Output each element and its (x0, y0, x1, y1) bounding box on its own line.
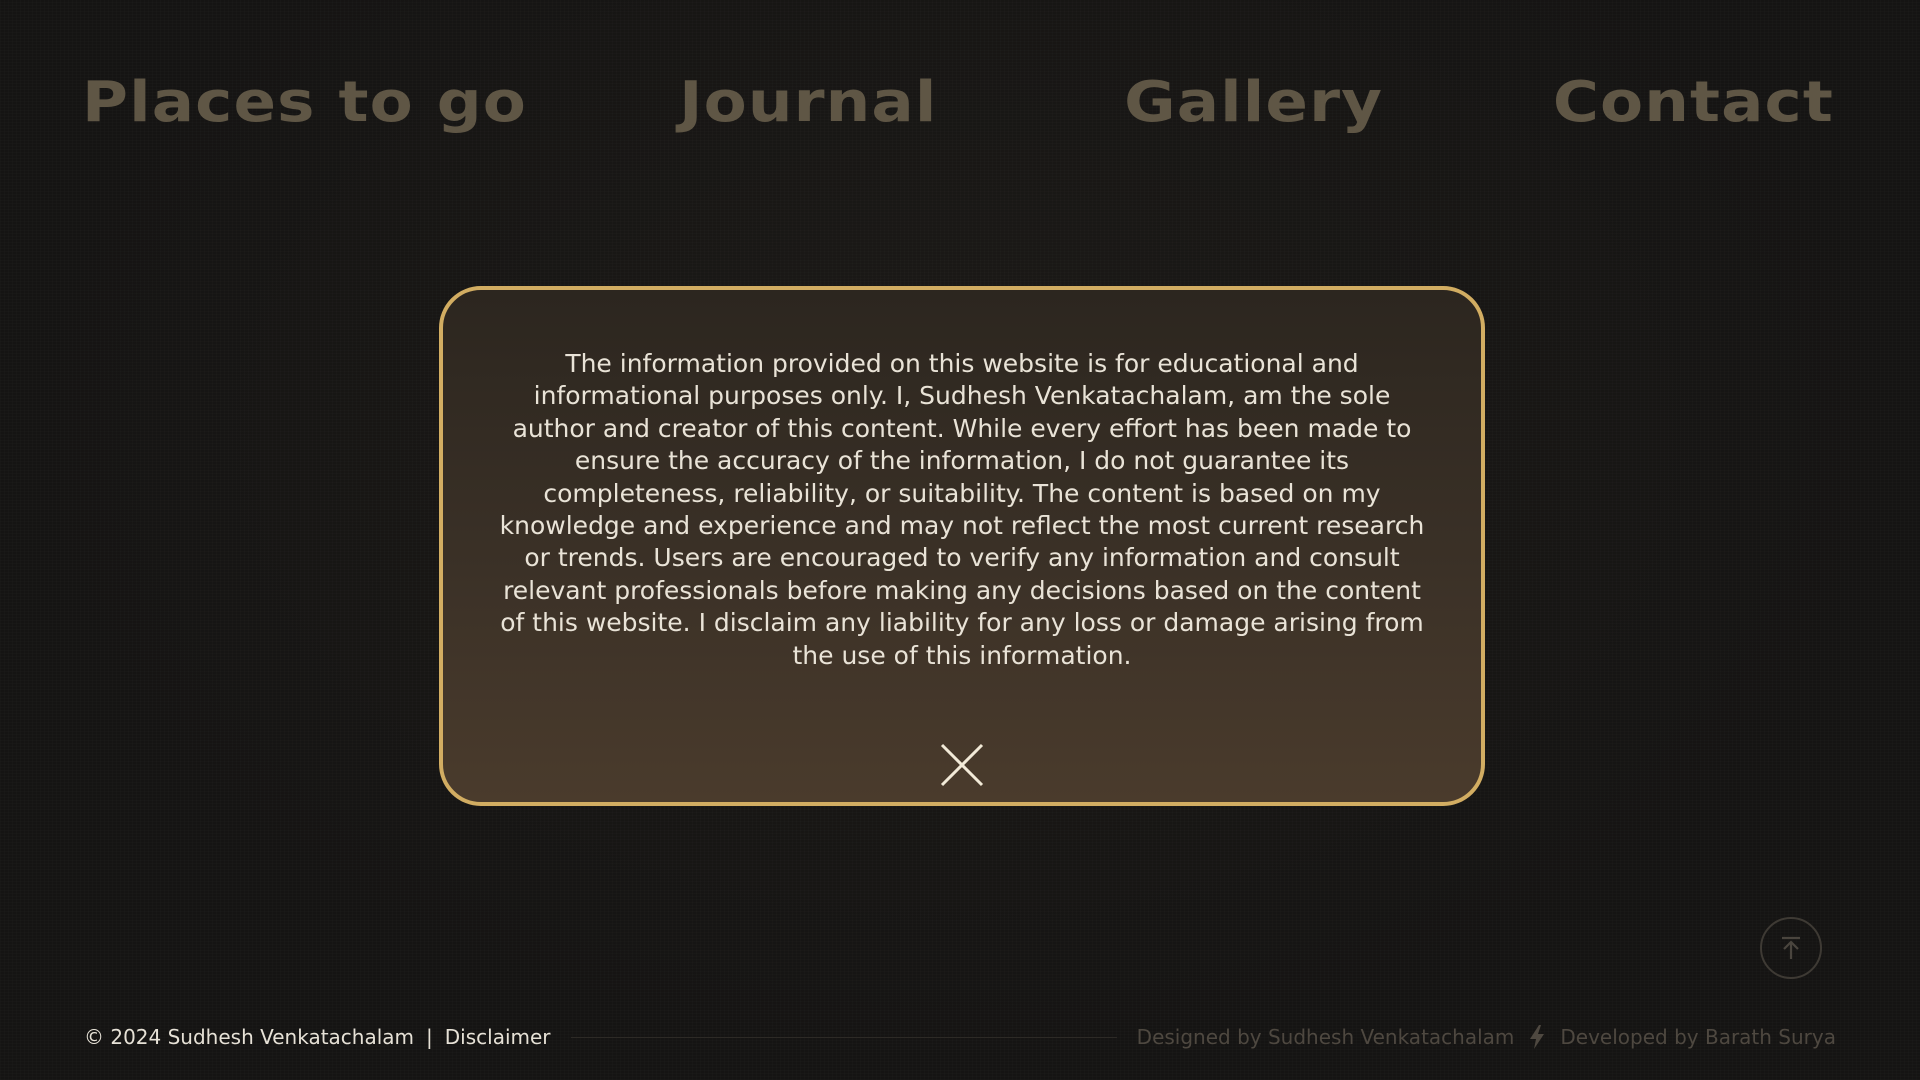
scroll-to-top-button[interactable] (1760, 917, 1822, 979)
disclaimer-modal: The information provided on this website… (439, 286, 1485, 806)
footer-divider (570, 1036, 1117, 1038)
nav-contact[interactable]: Contact (1553, 70, 1834, 135)
copyright-text: © 2024 Sudhesh Venkatachalam (84, 1025, 415, 1049)
nav-journal[interactable]: Journal (679, 70, 937, 135)
close-icon (940, 744, 984, 787)
footer: © 2024 Sudhesh Venkatachalam | Disclaime… (84, 1022, 1836, 1052)
main-nav: Places to go Journal Gallery Contact (82, 70, 1834, 135)
nav-gallery[interactable]: Gallery (1124, 70, 1383, 135)
disclaimer-text: The information provided on this website… (499, 349, 1425, 670)
close-button[interactable] (938, 741, 986, 789)
disclaimer-link[interactable]: Disclaimer (445, 1025, 551, 1049)
designed-by-credit[interactable]: Designed by Sudhesh Venkatachalam (1137, 1025, 1515, 1049)
nav-places-to-go[interactable]: Places to go (82, 70, 527, 135)
footer-separator: | (426, 1025, 433, 1049)
arrow-up-to-top-icon (1782, 936, 1800, 959)
developed-by-credit[interactable]: Developed by Barath Surya (1560, 1025, 1836, 1049)
lightning-bolt-icon (1528, 1024, 1546, 1050)
